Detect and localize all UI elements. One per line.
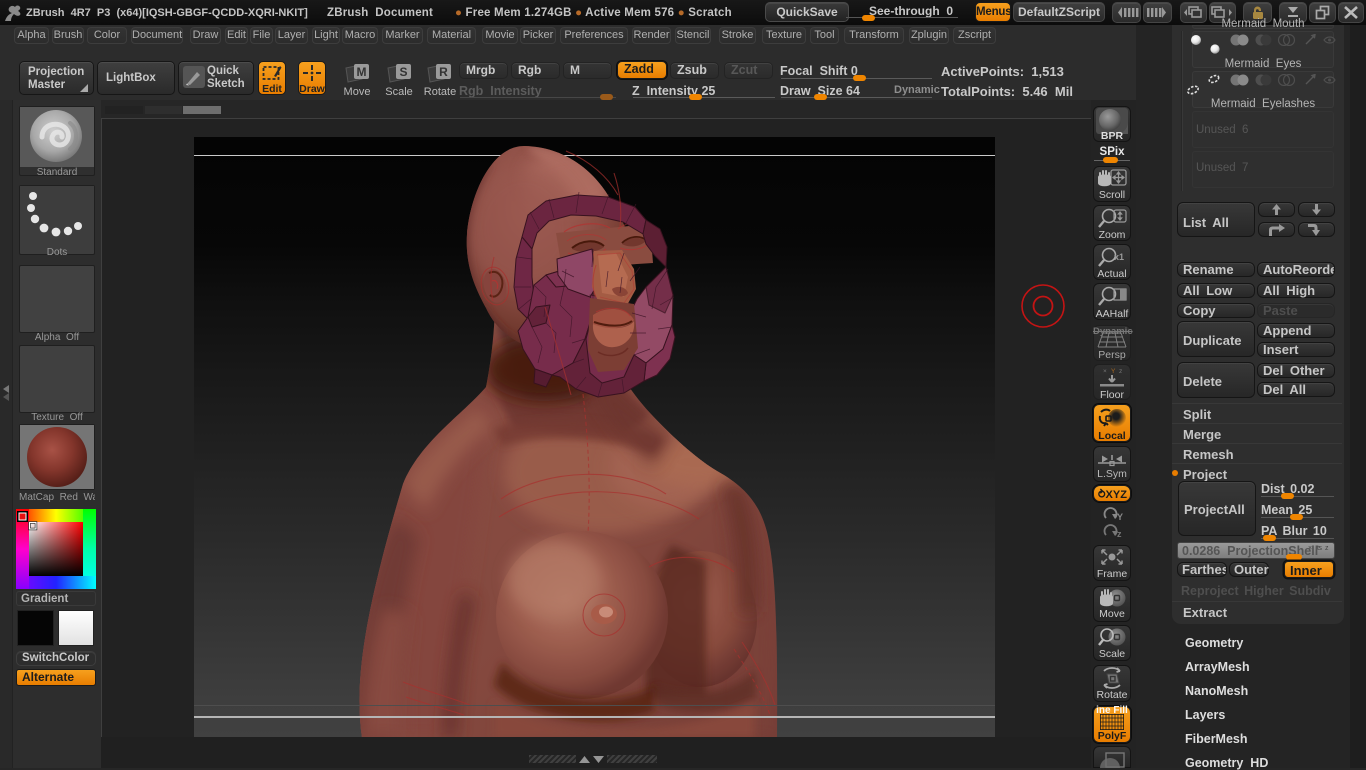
svg-text:ʦ: ʦ: [1317, 545, 1322, 552]
svg-text:Y: Y: [1117, 512, 1123, 520]
svg-text:Y: Y: [1111, 368, 1116, 375]
svg-text:R: R: [439, 65, 448, 79]
svg-text:z: z: [1119, 368, 1122, 375]
svg-text:S: S: [399, 65, 407, 79]
svg-text:M: M: [357, 65, 367, 79]
svg-text:×: ×: [1308, 545, 1312, 552]
svg-text:z: z: [1117, 529, 1122, 537]
svg-text:×: ×: [1103, 368, 1107, 375]
svg-text:z: z: [1325, 545, 1329, 552]
svg-text:x1: x1: [1114, 252, 1124, 262]
